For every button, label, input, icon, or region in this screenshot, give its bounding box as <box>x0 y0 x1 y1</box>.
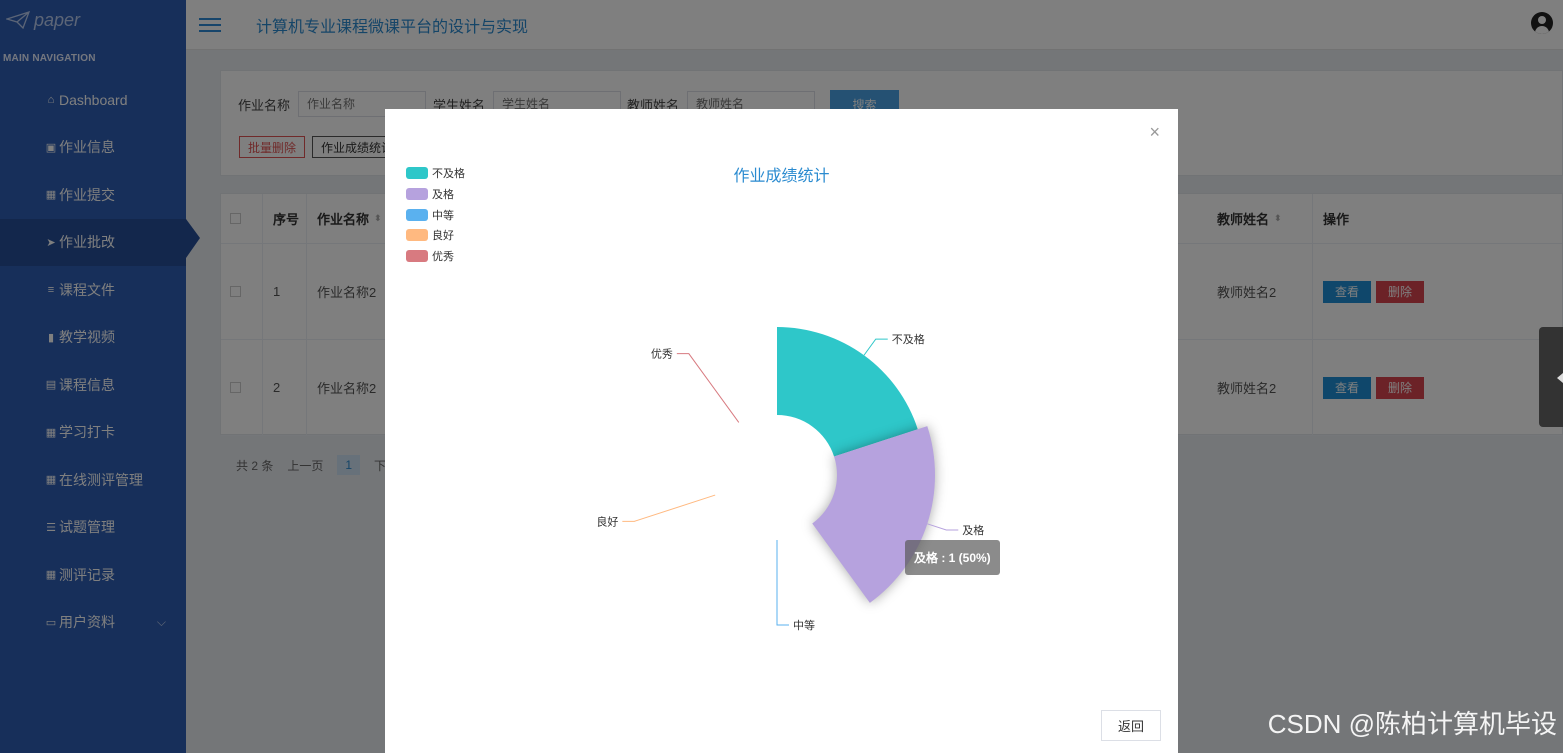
side-panel-toggle[interactable] <box>1539 327 1563 427</box>
rose-chart: 不及格及格中等 良好 优秀 <box>596 327 984 632</box>
slice-label: 中等 <box>793 618 815 632</box>
rose-slice[interactable] <box>812 426 935 603</box>
label-line <box>863 338 888 356</box>
label-line <box>622 494 716 522</box>
stats-modal: × 作业成绩统计 不及格 及格 中等 良好 优秀 不及格 及格 中等 良好 优秀 及格 : 1 … <box>385 109 1178 753</box>
label-line <box>776 540 789 626</box>
label-line <box>676 353 740 423</box>
chart-tooltip: 及格 : 1 (50%) <box>905 540 1000 575</box>
back-button[interactable]: 返回 <box>1101 710 1161 741</box>
slice-label: 及格 <box>962 523 984 537</box>
label-line <box>927 523 959 531</box>
slice-label: 优秀 <box>651 348 673 361</box>
slice-label: 良好 <box>596 514 618 528</box>
watermark: CSDN @陈柏计算机毕设 <box>1267 709 1557 739</box>
slice-label: 不及格 <box>892 332 925 346</box>
